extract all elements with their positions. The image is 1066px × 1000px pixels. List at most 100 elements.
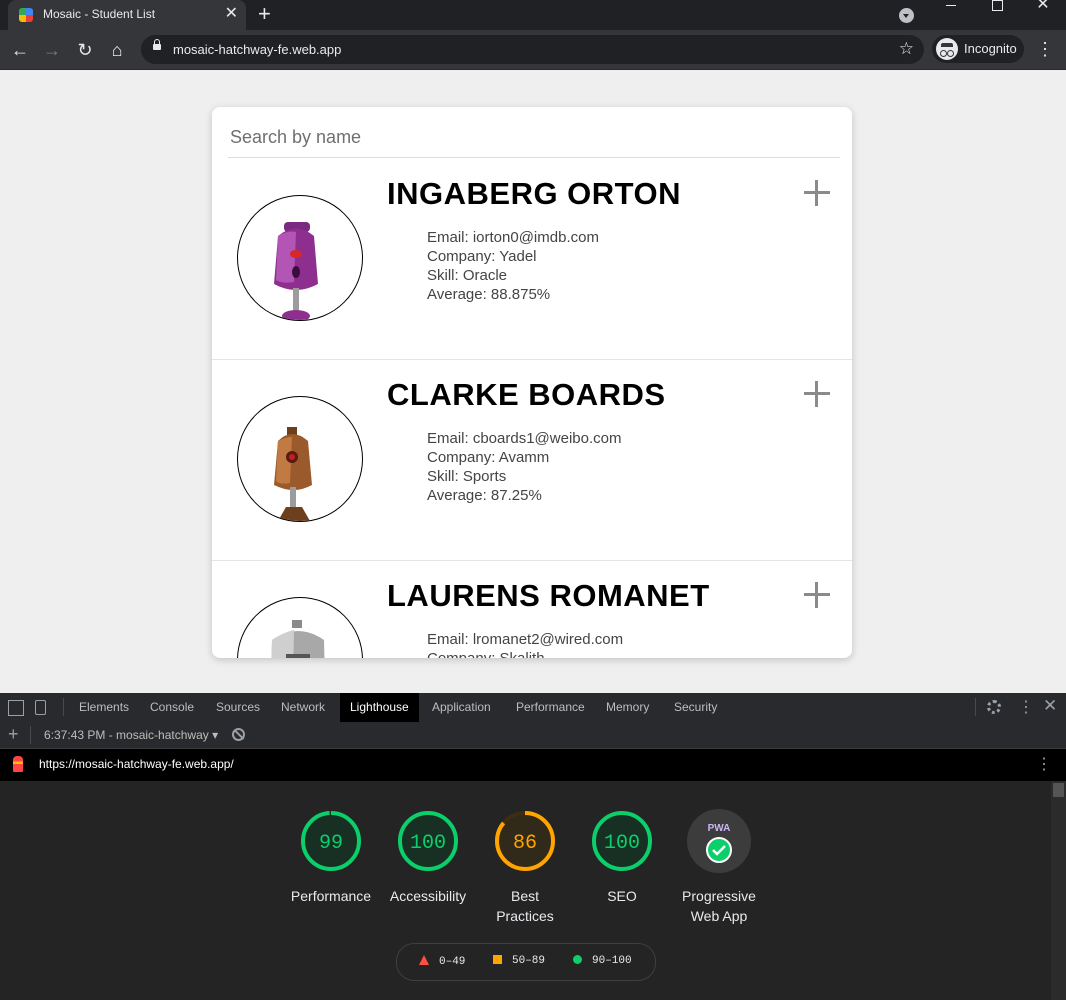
pwa-gauge[interactable]: PWA Progressive Web App xyxy=(671,808,767,926)
student-name: CLARKE BOARDS xyxy=(387,377,666,412)
bookmark-star-icon[interactable]: ☆ xyxy=(899,39,914,59)
triangle-icon xyxy=(419,955,429,965)
score-legend: 0–49 50–89 90–100 xyxy=(396,943,656,981)
devtools-tab-sources[interactable]: Sources xyxy=(216,693,260,722)
gauge-ring: 100 xyxy=(398,811,458,871)
new-tab-icon[interactable]: + xyxy=(258,2,271,26)
incognito-badge[interactable]: Incognito xyxy=(932,35,1024,63)
lock-icon xyxy=(153,39,161,50)
devtools-tab-security[interactable]: Security xyxy=(674,693,717,722)
browser-tab[interactable]: Mosaic - Student List ✕ xyxy=(8,0,246,30)
report-url-bar: https://mosaic-hatchway-fe.web.app/ ⋮ xyxy=(0,749,1066,781)
report-select[interactable]: 6:37:43 PM - mosaic-hatchway ▾ xyxy=(44,728,218,742)
report-label: 6:37:43 PM - mosaic-hatchway xyxy=(44,728,209,742)
student-company: Company: Skalith xyxy=(427,649,623,658)
tab-title: Mosaic - Student List xyxy=(43,7,156,21)
window-close-icon[interactable]: ✕ xyxy=(1020,0,1066,30)
score-label: Progressive Web App xyxy=(682,888,756,924)
report-url[interactable]: https://mosaic-hatchway-fe.web.app/ xyxy=(39,757,234,771)
gauge-ring: 100 xyxy=(592,811,652,871)
address-bar[interactable]: mosaic-hatchway-fe.web.app ☆ xyxy=(141,35,924,64)
score-label: SEO xyxy=(607,888,637,904)
student-card: LAURENS ROMANET Email: lromanet2@wired.c… xyxy=(212,560,852,658)
legend-item-average: 50–89 xyxy=(493,955,545,967)
devtools-tab-performance[interactable]: Performance xyxy=(516,693,585,722)
student-name: INGABERG ORTON xyxy=(387,176,682,211)
devtools-tab-application[interactable]: Application xyxy=(432,693,491,722)
maximize-icon[interactable] xyxy=(974,0,1020,30)
pwa-badge-text: PWA xyxy=(708,823,731,834)
robot-icon xyxy=(271,620,325,658)
devtools-tab-elements[interactable]: Elements xyxy=(79,693,129,722)
score-gauge[interactable]: 100 SEO xyxy=(574,808,670,906)
lighthouse-toolbar: + 6:37:43 PM - mosaic-hatchway ▾ xyxy=(0,722,1066,749)
devtools-tab-memory[interactable]: Memory xyxy=(606,693,649,722)
minimize-icon[interactable] xyxy=(928,0,974,30)
incognito-label: Incognito xyxy=(964,41,1017,56)
student-details: Email: iorton0@imdb.com Company: Yadel S… xyxy=(427,228,599,304)
divider xyxy=(975,698,976,716)
back-icon[interactable]: ← xyxy=(9,39,31,61)
devtools-tab-lighthouse[interactable]: Lighthouse xyxy=(340,693,419,722)
score-label: Best Practices xyxy=(496,888,554,924)
expand-plus-icon[interactable] xyxy=(804,381,830,407)
devtools-tab-console[interactable]: Console xyxy=(150,693,194,722)
browser-menu-icon[interactable]: ⋮ xyxy=(1036,38,1054,60)
devtools-panel: Elements Console Sources Network Lightho… xyxy=(0,693,1066,1000)
tab-search-icon[interactable] xyxy=(899,8,914,23)
expand-plus-icon[interactable] xyxy=(804,180,830,206)
report-menu-icon[interactable]: ⋮ xyxy=(1036,754,1052,774)
student-card: CLARKE BOARDS Email: cboards1@weibo.com … xyxy=(212,359,852,561)
incognito-icon xyxy=(936,38,958,60)
clear-icon[interactable] xyxy=(232,728,245,741)
devtools-tabbar: Elements Console Sources Network Lightho… xyxy=(0,693,1066,723)
score-value: 100 xyxy=(604,832,640,855)
student-email: Email: cboards1@weibo.com xyxy=(427,430,622,447)
score-label: Performance xyxy=(290,888,372,904)
gauge-ring: 99 xyxy=(301,811,361,871)
expand-plus-icon[interactable] xyxy=(804,582,830,608)
student-company: Company: Yadel xyxy=(427,248,537,265)
score-gauge[interactable]: 99 Performance xyxy=(283,808,379,906)
forward-icon[interactable]: → xyxy=(41,39,63,61)
score-value: 99 xyxy=(319,832,343,855)
student-avatar xyxy=(237,396,363,522)
lighthouse-icon xyxy=(13,756,23,772)
search-input[interactable] xyxy=(228,117,840,158)
divider xyxy=(30,726,31,744)
student-company: Company: Avamm xyxy=(427,449,550,466)
devtools-tab-network[interactable]: Network xyxy=(281,693,325,722)
score-value: 86 xyxy=(513,832,537,855)
student-skill: Skill: Sports xyxy=(427,468,507,485)
legend-item-fail: 0–49 xyxy=(419,955,465,968)
inspect-element-icon[interactable] xyxy=(8,700,24,716)
tab-close-icon[interactable]: ✕ xyxy=(225,5,238,23)
browser-toolbar: ← → ↻ ⌂ mosaic-hatchway-fe.web.app ☆ Inc… xyxy=(0,30,1066,70)
robot-icon xyxy=(274,222,318,320)
score-value: 100 xyxy=(410,832,446,855)
scrollbar-thumb[interactable] xyxy=(1053,783,1064,797)
pwa-badge-icon: PWA xyxy=(687,809,751,873)
new-report-icon[interactable]: + xyxy=(8,724,19,745)
devtools-menu-icon[interactable]: ⋮ xyxy=(1018,697,1034,717)
gauge-ring: 86 xyxy=(495,811,555,871)
settings-gear-icon[interactable] xyxy=(987,700,1001,714)
student-list-card: INGABERG ORTON Email: iorton0@imdb.com C… xyxy=(212,107,852,658)
student-email: Email: lromanet2@wired.com xyxy=(427,631,624,648)
score-gauge[interactable]: 86 Best Practices xyxy=(477,808,573,926)
student-average: Average: 87.25% xyxy=(427,487,542,504)
url-text[interactable]: mosaic-hatchway-fe.web.app xyxy=(173,42,341,57)
chevron-down-icon: ▾ xyxy=(212,728,219,742)
device-toggle-icon[interactable] xyxy=(35,700,46,715)
student-skill: Skill: Oracle xyxy=(427,267,508,284)
robot-icon xyxy=(274,427,312,521)
tab-strip: Mosaic - Student List ✕ + ✕ xyxy=(0,0,1066,30)
circle-icon xyxy=(573,955,582,964)
reload-icon[interactable]: ↻ xyxy=(74,39,96,61)
home-icon[interactable]: ⌂ xyxy=(106,39,128,61)
student-avatar xyxy=(237,195,363,321)
divider xyxy=(63,698,64,716)
score-gauge[interactable]: 100 Accessibility xyxy=(380,808,476,906)
report-scrollbar[interactable] xyxy=(1051,781,1066,1000)
devtools-close-icon[interactable]: ✕ xyxy=(1043,696,1057,716)
